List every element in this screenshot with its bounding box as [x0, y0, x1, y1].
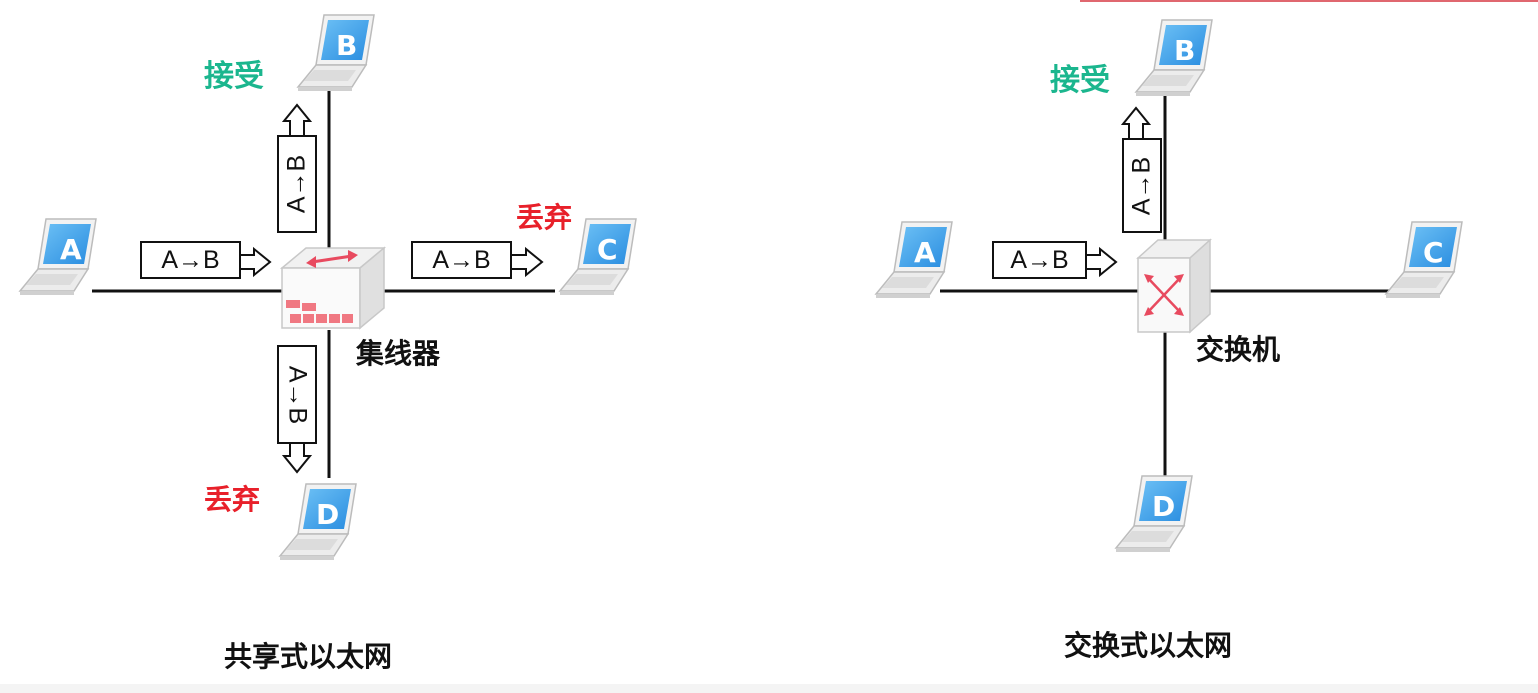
laptop-icon[interactable]: [19, 218, 97, 296]
frame-label: A→B: [283, 365, 312, 424]
node-label-a: A: [60, 233, 82, 266]
status-drop-c: 丢弃: [516, 201, 573, 234]
frame-box-a-to-c: A→B: [411, 241, 512, 279]
frame-arrow-down-d: [281, 442, 313, 474]
switch-caption: 交换式以太网: [1064, 629, 1233, 662]
hub-caption: 共享式以太网: [224, 640, 393, 673]
frame-arrow-ab: [239, 246, 272, 278]
node-label-d: D: [316, 498, 340, 531]
status-accept-b: 接受: [1050, 63, 1110, 98]
node-label-b: B: [336, 29, 358, 62]
node-label-d: D: [1152, 490, 1176, 523]
frame-box-to-b: A→B: [1122, 138, 1162, 233]
frame-label: A→B: [1127, 156, 1156, 215]
frame-label: A→B: [161, 245, 220, 274]
frame-box-a-to-b: A→B: [140, 241, 241, 279]
frame-box-to-d: A→B: [277, 345, 317, 444]
frame-box-a-to-b: A→B: [992, 241, 1087, 279]
switch-device-label: 交换机: [1196, 333, 1281, 366]
frame-box-to-b: A→B: [277, 135, 317, 233]
hub-icon[interactable]: [279, 246, 387, 330]
hub-device-label: 集线器: [356, 337, 441, 370]
node-label-c: C: [1423, 236, 1444, 269]
switch-icon[interactable]: [1136, 238, 1212, 334]
frame-arrow-up-b: [1120, 106, 1152, 141]
frame-label: A→B: [432, 245, 491, 274]
frame-arrow-up-b: [281, 103, 313, 137]
frame-arrow-ac: [510, 246, 544, 278]
node-label-a: A: [914, 236, 936, 269]
network-diagram-canvas: [19, 14, 1463, 561]
status-accept-b: 接受: [204, 59, 264, 94]
node-label-c: C: [597, 233, 618, 266]
node-label-b: B: [1174, 34, 1196, 67]
frame-label: A→B: [282, 154, 311, 214]
frame-arrow-ab: [1085, 246, 1118, 278]
frame-label: A→B: [1010, 245, 1069, 274]
status-drop-d: 丢弃: [204, 483, 261, 516]
